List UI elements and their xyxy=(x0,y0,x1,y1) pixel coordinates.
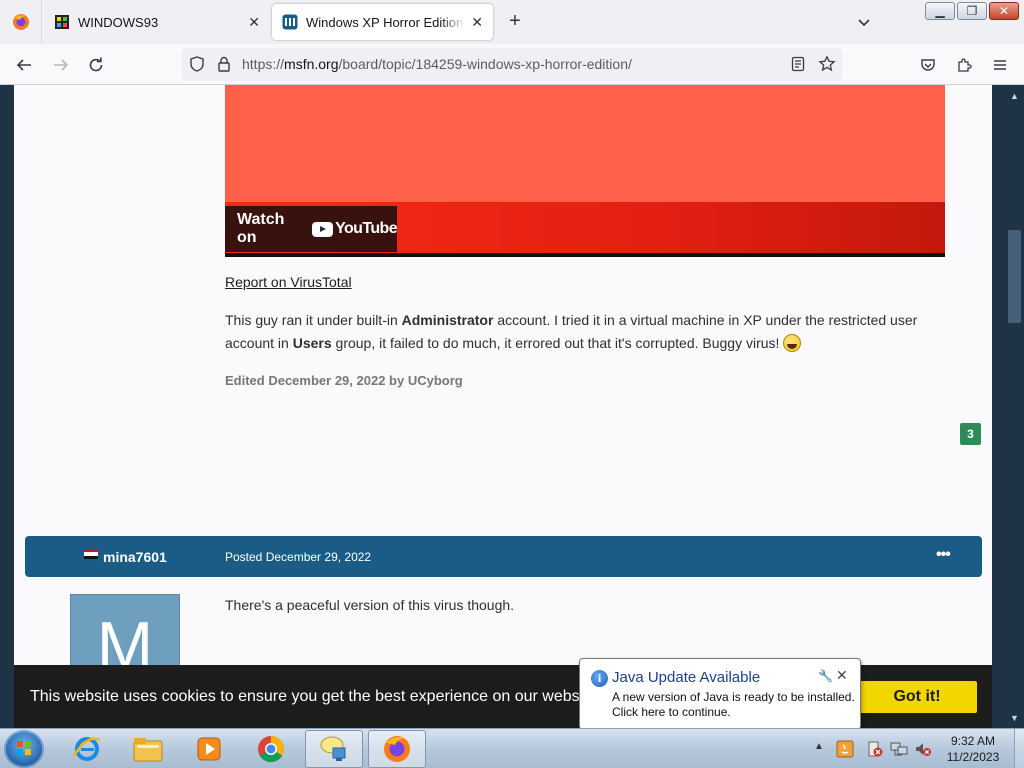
tab-strip: WINDOWS93 ✕ Windows XP Horror Edition - … xyxy=(0,0,1024,44)
minimize-button[interactable]: ▁ xyxy=(925,2,955,20)
close-window-button[interactable]: ✕ xyxy=(989,2,1019,20)
video-progress-track xyxy=(225,253,945,257)
taskbar: ▲ 9:32 AM 11/2/2023 xyxy=(0,728,1024,768)
report-on-virustotal-link[interactable]: Report on VirusTotal xyxy=(225,274,352,290)
forward-arrow-icon[interactable] xyxy=(48,52,74,78)
tab-close-icon[interactable]: ✕ xyxy=(471,14,483,31)
list-all-tabs-icon[interactable] xyxy=(854,12,874,32)
post-bold-administrator: Administrator xyxy=(401,312,494,328)
notification-close-icon[interactable]: ✕ xyxy=(836,667,848,684)
reader-view-icon[interactable] xyxy=(790,56,806,77)
cookie-message: This website uses cookies to ensure you … xyxy=(30,688,601,705)
egypt-flag-icon xyxy=(84,549,98,559)
cookie-got-it-button[interactable]: Got it! xyxy=(857,681,977,713)
restore-icon: ❐ xyxy=(966,4,978,18)
reply-body: There's a peaceful version of this virus… xyxy=(225,597,515,613)
new-tab-icon[interactable]: + xyxy=(504,10,526,32)
minimize-icon: ▁ xyxy=(935,4,945,18)
back-arrow-icon[interactable] xyxy=(11,52,37,78)
youtube-logo-icon: YouTube xyxy=(312,220,398,238)
reputation-badge[interactable]: 3 xyxy=(960,423,981,445)
posted-date-value: December 29, 2022 xyxy=(265,550,372,564)
show-hidden-icons-icon[interactable]: ▲ xyxy=(814,741,824,752)
clock-time: 9:32 AM xyxy=(950,734,996,748)
extensions-icon[interactable] xyxy=(951,52,977,78)
grinning-emoji-icon xyxy=(783,334,802,352)
chrome-icon[interactable] xyxy=(242,730,300,768)
tracking-protection-shield-icon[interactable] xyxy=(188,55,206,78)
pocket-icon[interactable] xyxy=(915,52,941,78)
post-bold-users: Users xyxy=(292,335,332,351)
hamburger-menu-icon[interactable] xyxy=(987,52,1013,78)
network-icon[interactable] xyxy=(890,740,908,758)
url-domain: msfn.org xyxy=(284,56,339,72)
windows93-favicon-icon xyxy=(54,14,70,30)
scroll-up-icon[interactable]: ▲ xyxy=(1010,91,1019,101)
lock-icon[interactable] xyxy=(216,55,232,78)
tab-close-icon[interactable]: ✕ xyxy=(248,14,260,31)
posted-label: Posted xyxy=(225,550,263,564)
avatar[interactable]: M xyxy=(70,594,180,665)
window-controls: ▁ ❐ ✕ xyxy=(925,2,1019,20)
messenger-icon[interactable] xyxy=(305,730,363,768)
notification-body: A new version of Java is ready to be ins… xyxy=(612,690,855,719)
post-text-part: group, it failed to do much, it errored … xyxy=(331,335,784,351)
post-text-part: This guy ran it under built-in xyxy=(225,312,402,328)
internet-explorer-icon[interactable] xyxy=(58,730,116,768)
action-center-icon[interactable] xyxy=(866,740,884,758)
msfn-favicon-icon xyxy=(282,14,298,30)
tab-windows93[interactable]: WINDOWS93 ✕ xyxy=(44,4,270,40)
scroll-down-icon[interactable]: ▼ xyxy=(1010,713,1019,723)
firefox-taskbar-icon[interactable] xyxy=(368,730,426,768)
show-desktop-button[interactable] xyxy=(1014,729,1024,768)
posted-date[interactable]: Posted December 29, 2022 xyxy=(225,550,371,564)
watch-on-label: Watch on xyxy=(237,211,285,246)
tab-msfn[interactable]: Windows XP Horror Edition - MSFN ✕ xyxy=(272,4,493,40)
volume-muted-icon[interactable] xyxy=(914,740,932,758)
scrollbar-thumb[interactable] xyxy=(1008,230,1021,323)
page-content: Watch on YouTube Report on VirusTotal Th… xyxy=(14,85,992,665)
start-button[interactable] xyxy=(4,730,44,768)
post-options-icon[interactable]: ••• xyxy=(936,546,951,564)
java-tray-icon[interactable] xyxy=(836,740,854,758)
firefox-menu-icon[interactable] xyxy=(0,0,42,44)
clock-date: 11/2/2023 xyxy=(946,750,1000,764)
media-player-icon[interactable] xyxy=(180,730,238,768)
edited-note: Edited December 29, 2022 by UCyborg xyxy=(225,373,463,388)
notification-options-icon[interactable]: 🔧 xyxy=(818,669,833,683)
system-clock[interactable]: 9:32 AM 11/2/2023 xyxy=(938,733,1008,765)
youtube-wordmark: YouTube xyxy=(335,220,397,237)
reply-post-header: mina7601 Posted December 29, 2022 ••• xyxy=(25,536,982,577)
url-prefix: https:// xyxy=(242,56,285,72)
java-update-notification[interactable]: i Java Update Available 🔧 ✕ A new versio… xyxy=(579,658,861,749)
reload-icon[interactable] xyxy=(83,52,109,78)
url-text[interactable]: https://msfn.org/board/topic/184259-wind… xyxy=(242,56,632,72)
author-username[interactable]: mina7601 xyxy=(103,549,167,565)
restore-button[interactable]: ❐ xyxy=(957,2,987,20)
url-path: /board/topic/184259-windows-xp-horror-ed… xyxy=(338,56,632,72)
notification-title: Java Update Available xyxy=(612,669,761,686)
close-icon: ✕ xyxy=(998,4,1010,18)
post-body: This guy ran it under built-in Administr… xyxy=(225,309,945,355)
navigation-toolbar: https://msfn.org/board/topic/184259-wind… xyxy=(0,44,1024,85)
watch-on-youtube-button[interactable]: Watch on YouTube xyxy=(225,206,398,252)
info-icon: i xyxy=(591,670,608,687)
file-explorer-icon[interactable] xyxy=(119,730,177,768)
bookmark-star-icon[interactable] xyxy=(818,55,836,78)
tab-label: WINDOWS93 xyxy=(78,14,159,30)
youtube-play-icon xyxy=(312,221,334,237)
url-bar[interactable]: https://msfn.org/board/topic/184259-wind… xyxy=(182,48,842,81)
tab-label: Windows XP Horror Edition - MSFN xyxy=(306,14,465,30)
youtube-embed[interactable]: Watch on YouTube xyxy=(225,85,945,257)
page-scrollbar[interactable]: ▲ ▼ xyxy=(1005,85,1024,728)
